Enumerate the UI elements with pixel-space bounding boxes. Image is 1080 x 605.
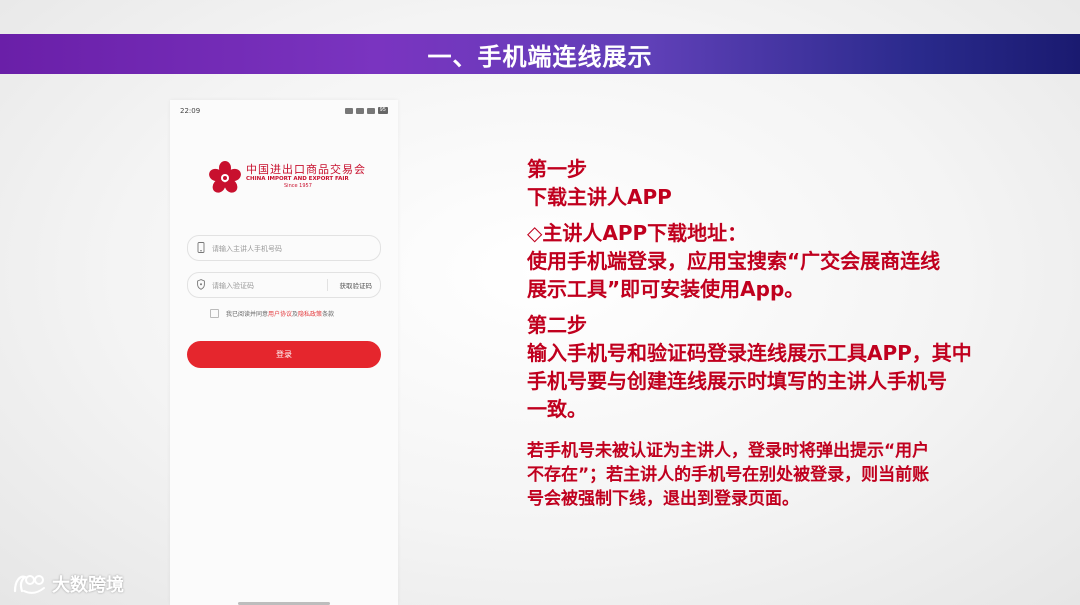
agreement-checkbox[interactable]: [210, 309, 219, 318]
logo-english-name: CHINA IMPORT AND EXPORT FAIR: [246, 176, 349, 182]
verification-code-input[interactable]: [210, 278, 334, 294]
slide-title: 一、手机端连线展示: [427, 42, 653, 71]
step2-line-1: 输入手机号和验证码登录连线展示工具APP，其中: [527, 341, 972, 365]
step1-description: 下载主讲人APP: [527, 185, 672, 209]
step2-line-2: 手机号要与创建连线展示时填写的主讲人手机号: [527, 369, 947, 393]
signal-icon: [355, 107, 364, 114]
watermark-text: 大数跨境: [52, 575, 124, 596]
agreement-row: 我已阅读并同意 用户协议 及 隐私政策 条款: [210, 309, 334, 318]
phone-status-bar: 22:09 95: [180, 107, 388, 119]
note-line-3: 号会被强制下线，退出到登录页面。: [527, 489, 799, 509]
watermark-logo-icon: [13, 575, 45, 594]
signal-icon-2: [366, 107, 375, 114]
download-line-2: 展示工具”即可安装使用App。: [527, 277, 805, 301]
slide-title-bar: 一、手机端连线展示: [0, 34, 1080, 74]
note-line-1: 若手机号未被认证为主讲人，登录时将弹出提示“用户: [527, 441, 930, 461]
wifi-icon: [344, 107, 353, 114]
status-icons: 95: [344, 107, 388, 114]
flower-logo-icon: [209, 161, 241, 193]
step2-title: 第二步: [527, 313, 587, 337]
status-time: 22:09: [180, 107, 201, 115]
note-line-2: 不存在”；若主讲人的手机号在别处被登录，则当前账: [527, 465, 930, 485]
logo-since: Since 1957: [284, 183, 312, 189]
battery-icon: 95: [377, 107, 388, 114]
canton-fair-logo: 中国进出口商品交易会 CHINA IMPORT AND EXPORT FAIR …: [208, 158, 368, 196]
phone-number-field[interactable]: [187, 235, 381, 261]
logo-chinese-name: 中国进出口商品交易会: [246, 163, 366, 176]
download-heading: ◇主讲人APP下载地址：: [527, 221, 748, 245]
field-divider: [327, 279, 328, 291]
phone-number-input[interactable]: [210, 241, 334, 257]
shield-icon: [197, 279, 205, 290]
instructions-panel: 第一步 下载主讲人APP ◇主讲人APP下载地址： 使用手机端登录，应用宝搜索“…: [527, 155, 1067, 511]
user-agreement-link[interactable]: 用户协议: [268, 309, 292, 318]
watermark: 大数跨境: [12, 571, 124, 597]
step1-title: 第一步: [527, 157, 587, 181]
privacy-policy-link[interactable]: 隐私政策: [298, 309, 322, 318]
download-line-1: 使用手机端登录，应用宝搜索“广交会展商连线: [527, 249, 941, 273]
phone-screenshot: 22:09 95 中国进出口商品交易会 CHINA IMPORT AND EXP…: [170, 100, 398, 605]
mobile-phone-icon: [197, 242, 205, 253]
login-button[interactable]: 登录: [187, 341, 381, 368]
step2-line-3: 一致。: [527, 397, 587, 421]
agreement-prefix: 我已阅读并同意: [226, 311, 269, 318]
verification-code-field[interactable]: 获取验证码: [187, 272, 381, 298]
get-code-button[interactable]: 获取验证码: [340, 280, 373, 290]
agreement-suffix: 条款: [322, 311, 335, 318]
